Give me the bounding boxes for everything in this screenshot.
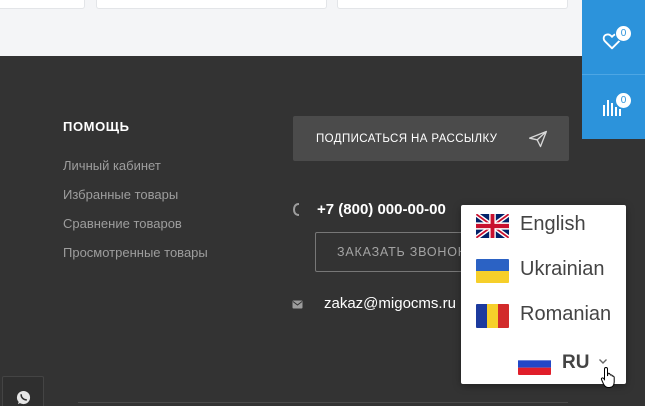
whatsapp-button[interactable] — [2, 376, 44, 406]
language-option-romanian[interactable]: Romanian — [461, 295, 626, 335]
whatsapp-icon — [16, 390, 31, 405]
phone-number[interactable]: +7 (800) 000-00-00 — [317, 201, 446, 218]
email-link[interactable]: zakaz@migocms.ru — [324, 295, 456, 312]
callback-button[interactable]: ЗАКАЗАТЬ ЗВОНОК — [315, 232, 485, 272]
callback-label: ЗАКАЗАТЬ ЗВОНОК — [337, 245, 466, 259]
footer-link-compare[interactable]: Сравнение товаров — [63, 216, 182, 231]
product-card[interactable] — [0, 0, 85, 9]
language-label: Ukrainian — [520, 258, 605, 280]
footer-divider — [78, 402, 568, 403]
compare-count-badge: 0 — [615, 92, 632, 109]
favorites-count-badge: 0 — [615, 25, 632, 42]
ukraine-flag-icon — [476, 259, 509, 283]
russia-flag-icon — [518, 353, 551, 375]
product-card[interactable] — [337, 0, 568, 9]
subscribe-button[interactable]: ПОДПИСАТЬСЯ НА РАССЫЛКУ — [293, 116, 569, 161]
footer-link-favorites[interactable]: Избранные товары — [63, 187, 178, 202]
favorites-button[interactable]: 0 — [582, 8, 645, 73]
send-icon — [529, 130, 547, 148]
footer-link-viewed[interactable]: Просмотренные товары — [63, 245, 208, 260]
subscribe-label: ПОДПИСАТЬСЯ НА РАССЫЛКУ — [316, 132, 498, 145]
current-language-label: RU — [562, 352, 590, 373]
language-label: English — [520, 213, 586, 235]
help-section-title: ПОМОЩЬ — [63, 119, 130, 134]
chevron-down-icon — [599, 359, 607, 364]
content-area-bottom — [0, 0, 645, 56]
romania-flag-icon — [476, 304, 509, 328]
side-panel: 0 0 — [582, 0, 645, 139]
phone-icon — [293, 203, 300, 216]
language-option-ukrainian[interactable]: Ukrainian — [461, 250, 626, 290]
language-dropdown: English Ukrainian Romanian RU — [461, 205, 626, 388]
mail-icon — [292, 300, 303, 309]
compare-button[interactable]: 0 — [582, 74, 645, 139]
language-option-english[interactable]: English — [461, 205, 626, 245]
footer-link-account[interactable]: Личный кабинет — [63, 158, 161, 173]
uk-flag-icon — [476, 214, 509, 238]
hand-cursor-icon — [600, 366, 615, 388]
language-label: Romanian — [520, 303, 612, 325]
product-card[interactable] — [96, 0, 327, 9]
